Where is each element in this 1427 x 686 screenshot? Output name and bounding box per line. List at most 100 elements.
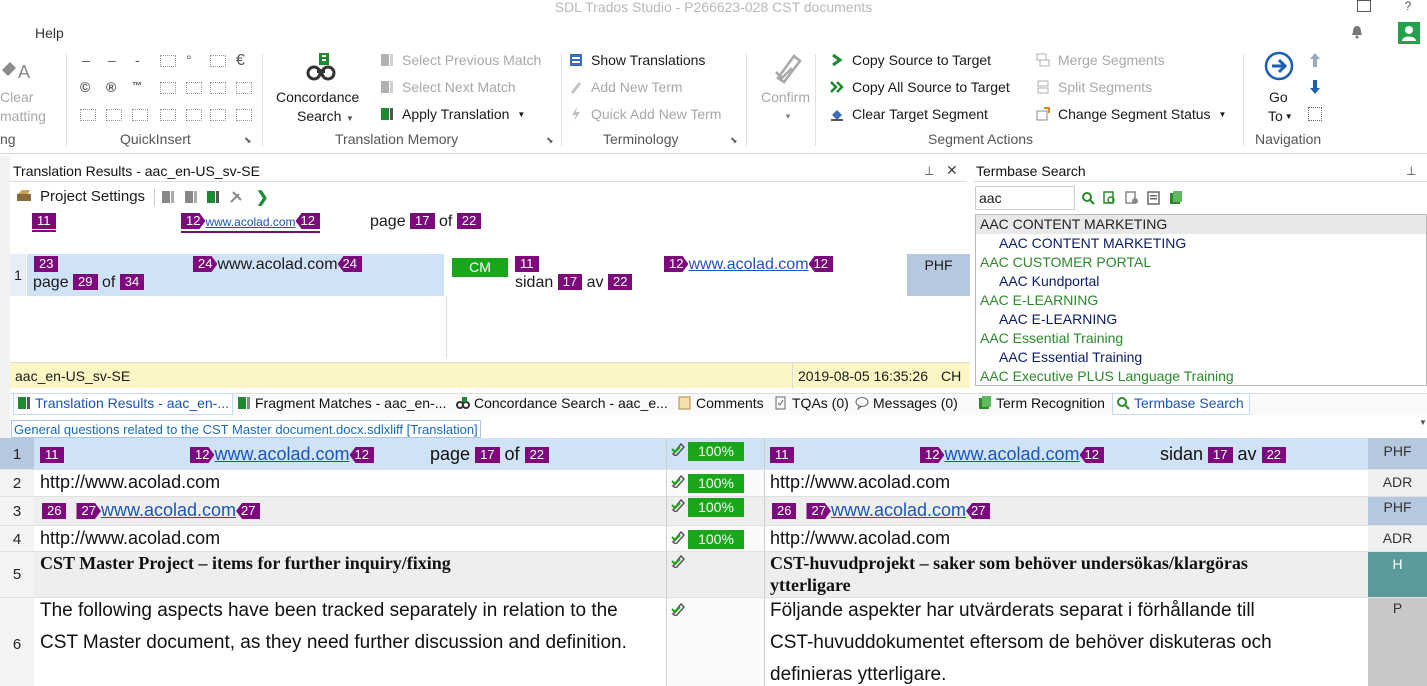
tab-fragment-matches[interactable]: Fragment Matches - aac_en-... (237, 395, 446, 411)
quickinsert-symbol-icon[interactable] (236, 82, 252, 94)
target-segment-6-line-2[interactable]: CST-huvuddokumentet eftersom de behöver … (770, 632, 1272, 654)
previous-segment-arrow-icon[interactable] (1309, 52, 1321, 68)
dialog-launcher-icon[interactable]: ⬊ (730, 135, 738, 146)
target-segment-1-link[interactable]: 12 www.acolad.com 12 (920, 444, 1104, 465)
quick-add-new-term-button[interactable]: Quick Add New Term (569, 106, 721, 122)
chevron-down-icon[interactable]: ▼ (784, 112, 792, 121)
quickinsert-symbol-icon[interactable] (160, 82, 176, 94)
quickinsert-symbol-icon[interactable] (80, 109, 96, 121)
target-segment-1[interactable]: 11 (770, 444, 794, 465)
tab-tqas[interactable]: TQAs (0) (774, 395, 849, 411)
project-settings-button[interactable]: Project Settings (14, 188, 145, 208)
quickinsert-trademark[interactable]: ™ (132, 81, 142, 92)
to-label[interactable]: To ▼ (1268, 108, 1293, 124)
concordance-search-icon[interactable] (305, 51, 337, 83)
dialog-launcher-icon[interactable]: ⬊ (546, 135, 554, 146)
help-icon[interactable]: ? (1397, 0, 1419, 12)
termbase-viewer-icon[interactable] (1147, 191, 1161, 205)
tm-lookup-icon[interactable] (184, 190, 198, 204)
termbase-entry[interactable]: AAC CUSTOMER PORTAL (976, 253, 1426, 272)
bookmark-icon[interactable] (1308, 107, 1322, 121)
clear-formatting-label-2[interactable]: matting (0, 108, 46, 124)
confirm-pencil-icon[interactable] (772, 52, 804, 84)
termbase-icon[interactable] (1169, 191, 1183, 205)
termbase-search-input[interactable]: aac (975, 186, 1075, 210)
add-new-term-button[interactable]: Add New Term (569, 79, 683, 95)
chevron-down-icon[interactable]: ▼ (517, 110, 525, 119)
select-next-match-button[interactable]: Select Next Match (380, 79, 516, 95)
chevron-down-icon[interactable]: ▼ (346, 114, 354, 123)
confirm-button[interactable]: Confirm (761, 89, 810, 105)
tools-icon[interactable] (229, 190, 243, 204)
quickinsert-hyphen[interactable]: - (135, 52, 140, 68)
search-fuzzy-icon[interactable] (1103, 191, 1117, 205)
quickinsert-symbol-icon[interactable] (210, 109, 226, 121)
quickinsert-copyright[interactable]: © (80, 79, 90, 95)
restore-icon[interactable] (1357, 0, 1371, 12)
concordance-label-2[interactable]: Search (297, 108, 341, 124)
tm-lookup-icon[interactable] (161, 190, 175, 204)
bell-icon[interactable] (1351, 25, 1363, 39)
quickinsert-space-icon[interactable] (210, 55, 226, 67)
select-previous-match-button[interactable]: Select Previous Match (380, 52, 541, 68)
termbase-term[interactable]: AAC Essential Training (976, 348, 1426, 367)
close-icon[interactable]: ✕ (946, 162, 958, 179)
termbase-settings-icon[interactable] (1125, 191, 1139, 205)
next-arrow-icon[interactable]: ❯ (256, 188, 270, 206)
change-segment-status-button[interactable]: Change Segment Status ▼ (1036, 106, 1226, 122)
dialog-launcher-icon[interactable]: ⬊ (244, 135, 252, 146)
termbase-entry[interactable]: AAC Essential Training (976, 329, 1426, 348)
tab-translation-results[interactable]: Translation Results - aac_en-... (17, 395, 229, 411)
target-segment-3[interactable]: 26 27 www.acolad.com 27 (772, 500, 991, 521)
quickinsert-symbol-icon[interactable] (210, 82, 226, 94)
split-segments-button[interactable]: Split Segments (1036, 79, 1152, 95)
user-account-icon[interactable] (1398, 22, 1420, 44)
concordance-label-1[interactable]: Concordance (276, 89, 359, 105)
source-segment-5[interactable]: CST Master Project – items for further i… (40, 553, 451, 574)
source-segment-2[interactable]: http://www.acolad.com (40, 472, 220, 493)
target-link[interactable]: www.acolad.com (944, 444, 1079, 464)
merge-segments-button[interactable]: Merge Segments (1036, 52, 1165, 68)
target-segment-1-page[interactable]: sidan 17 av 22 (1160, 444, 1287, 465)
chevron-down-icon[interactable]: ▼ (1285, 112, 1293, 121)
quickinsert-symbol-icon[interactable] (186, 82, 202, 94)
quickinsert-symbol-icon[interactable] (132, 109, 148, 121)
target-segment-5-line-1[interactable]: CST-huvudprojekt – saker som behöver und… (770, 553, 1248, 574)
quickinsert-en-dash[interactable]: – (82, 52, 90, 68)
pin-icon[interactable]: ⊥ (924, 164, 934, 178)
tab-term-recognition[interactable]: Term Recognition (978, 395, 1105, 411)
go-label[interactable]: Go (1269, 89, 1288, 105)
target-segment-6-line-1[interactable]: Följande aspekter har utvärderats separa… (770, 600, 1255, 622)
termbase-term[interactable]: AAC CONTENT MARKETING (976, 234, 1426, 253)
menu-help[interactable]: Help (35, 25, 64, 41)
tab-termbase-search[interactable]: Termbase Search (1116, 395, 1244, 411)
clear-formatting-icon[interactable]: A (0, 60, 30, 82)
pin-icon[interactable]: ⊥ (1406, 164, 1416, 178)
match-row[interactable]: 1 23 24 www.acolad.com 24 page 29 of 34 CM… (10, 254, 970, 296)
source-segment-1[interactable]: 11 (40, 444, 64, 465)
clear-formatting-label-1[interactable]: Clear (0, 89, 33, 105)
target-link[interactable]: www.acolad.com (831, 500, 966, 520)
editor-file-tab[interactable]: General questions related to the CST Mas… (11, 420, 481, 438)
chevron-down-icon[interactable]: ▼ (1419, 418, 1427, 427)
go-to-arrow-icon[interactable] (1264, 51, 1294, 81)
target-segment-5-line-2[interactable]: ytterligare (770, 575, 851, 596)
termbase-term[interactable]: AAC Kundportal (976, 272, 1426, 291)
match-target-link[interactable]: www.acolad.com (688, 256, 808, 273)
preview-link[interactable]: www.acolad.com (205, 215, 295, 229)
quickinsert-euro[interactable]: € (236, 52, 245, 70)
copy-source-to-target-button[interactable]: Copy Source to Target (830, 52, 991, 68)
show-translations-button[interactable]: Show Translations (569, 52, 705, 68)
clear-target-segment-button[interactable]: Clear Target Segment (830, 106, 988, 122)
source-segment-1-page[interactable]: page 17 of 22 (430, 444, 550, 465)
source-segment-1-link[interactable]: 12 www.acolad.com 12 (190, 444, 374, 465)
quickinsert-symbol-icon[interactable] (106, 109, 122, 121)
apply-translation-button[interactable]: Apply Translation ▼ (380, 106, 525, 122)
source-link[interactable]: www.acolad.com (101, 500, 236, 520)
quickinsert-symbol-icon[interactable] (160, 109, 176, 121)
search-icon[interactable] (1081, 191, 1095, 205)
apply-translation-icon[interactable] (206, 190, 220, 204)
next-segment-arrow-icon[interactable] (1309, 79, 1321, 95)
source-segment-6-line-1[interactable]: The following aspects have been tracked … (40, 600, 618, 622)
termbase-entry[interactable]: AAC E-LEARNING (976, 291, 1426, 310)
